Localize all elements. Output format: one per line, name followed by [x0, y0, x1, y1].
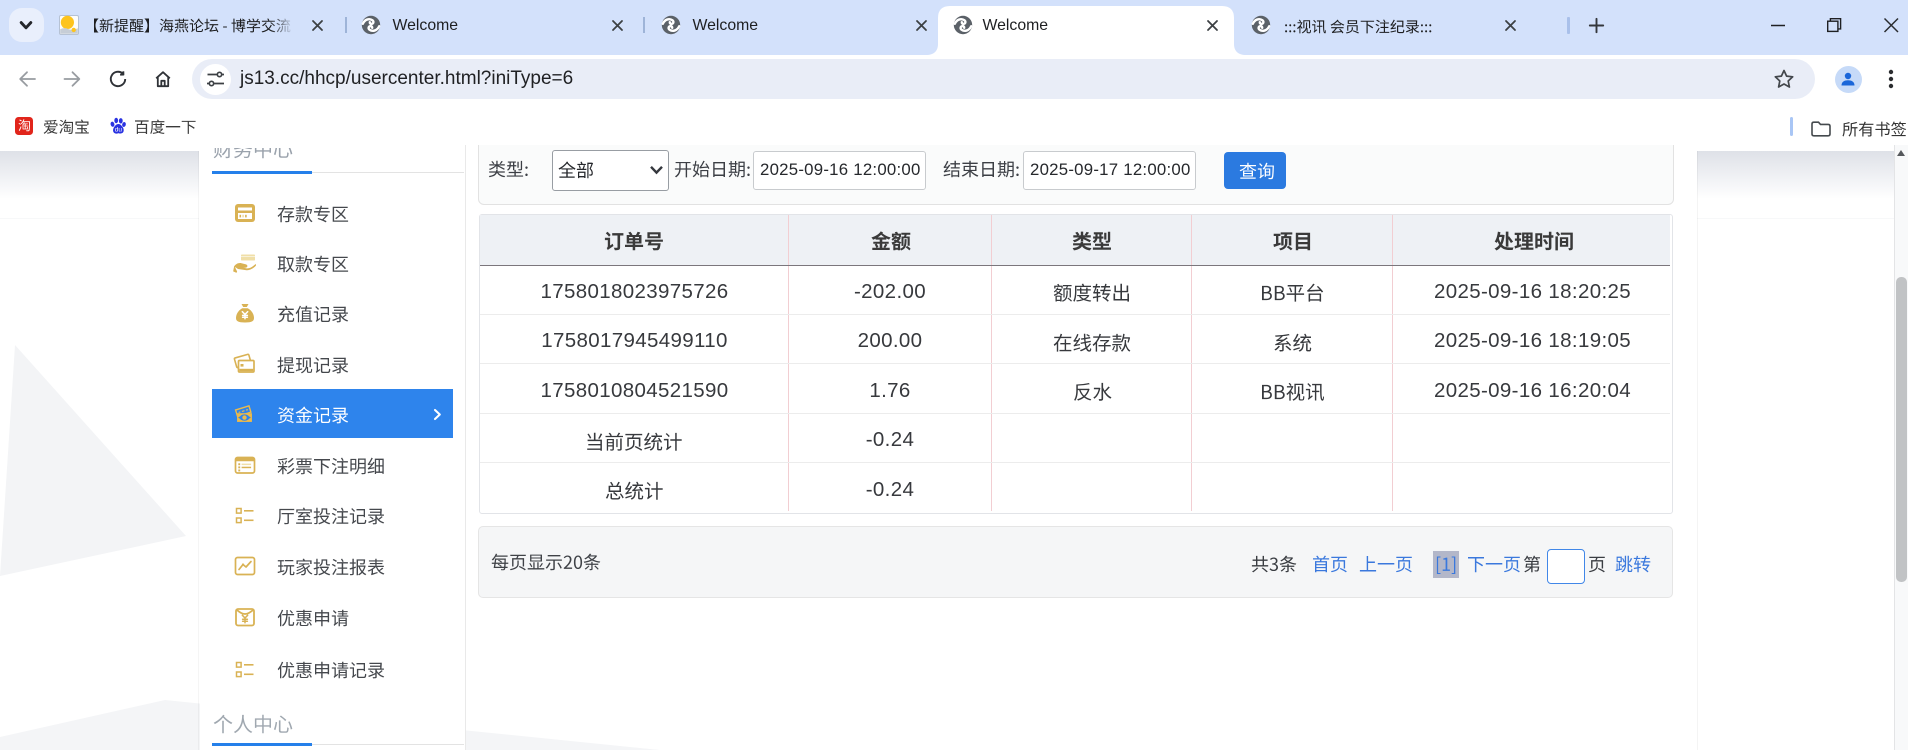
svg-text:du: du [115, 127, 123, 134]
